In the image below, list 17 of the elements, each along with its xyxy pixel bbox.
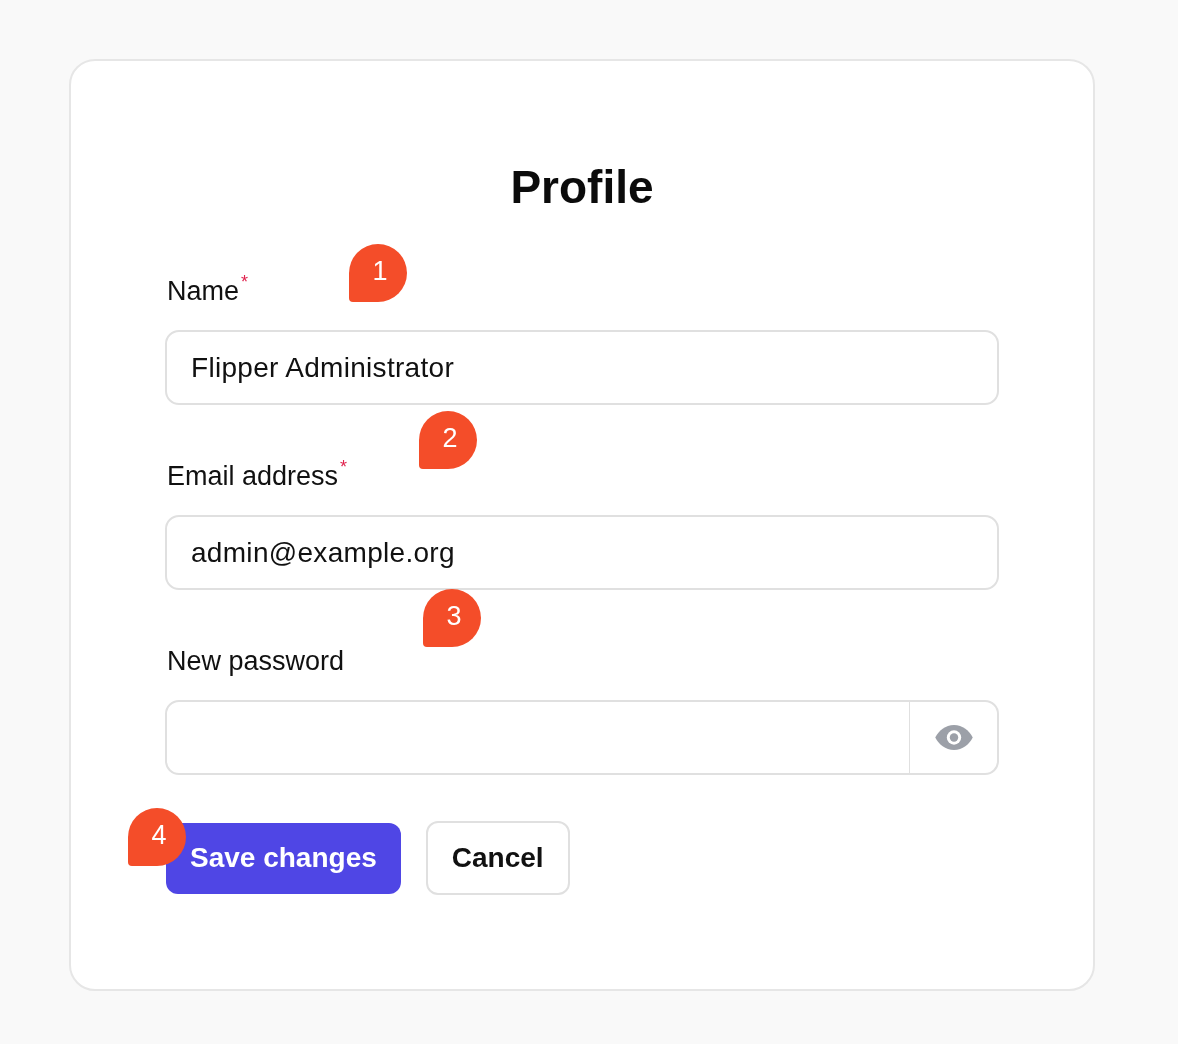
cancel-button[interactable]: Cancel bbox=[425, 821, 570, 895]
annotation-badge: 2 bbox=[419, 411, 477, 469]
eye-icon bbox=[934, 725, 973, 750]
annotation-badge: 4 bbox=[128, 807, 186, 866]
field-label: Email address bbox=[167, 460, 339, 492]
input-field[interactable]: Flipper Administrator bbox=[165, 330, 999, 405]
field-label: New password bbox=[167, 645, 345, 677]
required-asterisk: * bbox=[340, 458, 348, 476]
password-field[interactable] bbox=[165, 700, 910, 775]
input-field[interactable]: admin@example.org bbox=[165, 515, 999, 590]
required-asterisk: * bbox=[241, 273, 249, 291]
page-title: Profile bbox=[509, 160, 655, 215]
field-label: Name bbox=[167, 275, 240, 307]
annotation-badge: 1 bbox=[349, 244, 407, 302]
show-password-button[interactable] bbox=[909, 700, 999, 775]
annotation-badge: 3 bbox=[423, 589, 481, 647]
save-button[interactable]: Save changes bbox=[166, 822, 401, 894]
